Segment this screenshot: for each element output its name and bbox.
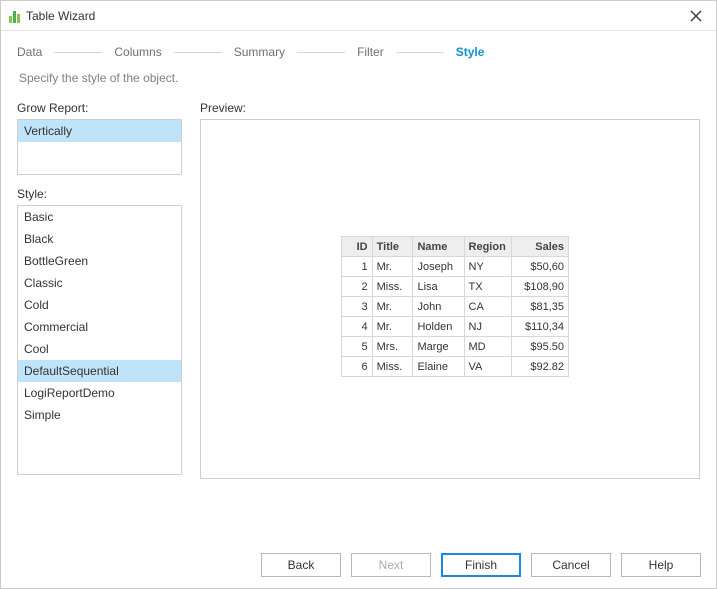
table-row: 6Miss.ElaineVA$92.82 (342, 357, 569, 377)
table-cell: $81,35 (511, 297, 568, 317)
style-item[interactable]: Black (18, 228, 181, 250)
style-item[interactable]: DefaultSequential (18, 360, 181, 382)
table-cell: Miss. (372, 277, 413, 297)
step-separator (174, 52, 222, 53)
window-title: Table Wizard (26, 9, 95, 23)
style-item[interactable]: Classic (18, 272, 181, 294)
cancel-button[interactable]: Cancel (531, 553, 611, 577)
table-cell: $110,34 (511, 317, 568, 337)
table-cell: $95.50 (511, 337, 568, 357)
style-item[interactable]: LogiReportDemo (18, 382, 181, 404)
table-cell: John (413, 297, 464, 317)
step-separator (54, 52, 102, 53)
grow-report-label: Grow Report: (17, 101, 182, 115)
table-cell: NJ (464, 317, 511, 337)
step-filter[interactable]: Filter (357, 43, 384, 61)
step-separator (396, 52, 444, 53)
table-cell: Marge (413, 337, 464, 357)
table-cell: 4 (342, 317, 373, 337)
finish-button[interactable]: Finish (441, 553, 521, 577)
table-header: Region (464, 237, 511, 257)
wizard-steps: Data Columns Summary Filter Style (1, 31, 716, 67)
table-cell: TX (464, 277, 511, 297)
next-button: Next (351, 553, 431, 577)
table-header: Title (372, 237, 413, 257)
step-separator (297, 52, 345, 53)
table-cell: Holden (413, 317, 464, 337)
style-item[interactable]: BottleGreen (18, 250, 181, 272)
step-data[interactable]: Data (17, 43, 42, 61)
table-cell: $108,90 (511, 277, 568, 297)
table-row: 4Mr.HoldenNJ$110,34 (342, 317, 569, 337)
preview-table-wrap: IDTitleNameRegionSales 1Mr.JosephNY$50,6… (341, 236, 569, 377)
table-cell: 6 (342, 357, 373, 377)
table-row: 5Mrs.MargeMD$95.50 (342, 337, 569, 357)
style-listbox[interactable]: BasicBlackBottleGreenClassicColdCommerci… (17, 205, 182, 475)
table-cell: Miss. (372, 357, 413, 377)
style-item[interactable]: Basic (18, 206, 181, 228)
table-cell: $92.82 (511, 357, 568, 377)
style-label: Style: (17, 187, 182, 201)
style-item[interactable]: Commercial (18, 316, 181, 338)
table-cell: 3 (342, 297, 373, 317)
table-cell: 1 (342, 257, 373, 277)
footer-buttons: Back Next Finish Cancel Help (261, 553, 701, 577)
table-cell: Mr. (372, 297, 413, 317)
table-header: ID (342, 237, 373, 257)
grow-report-listbox[interactable]: Vertically (17, 119, 182, 175)
help-button[interactable]: Help (621, 553, 701, 577)
back-button[interactable]: Back (261, 553, 341, 577)
step-summary[interactable]: Summary (234, 43, 285, 61)
step-style[interactable]: Style (456, 43, 485, 61)
table-header: Name (413, 237, 464, 257)
table-header: Sales (511, 237, 568, 257)
style-item[interactable]: Cold (18, 294, 181, 316)
style-item[interactable]: Simple (18, 404, 181, 426)
table-cell: NY (464, 257, 511, 277)
app-icon (9, 9, 20, 23)
close-icon[interactable] (678, 2, 714, 30)
preview-pane: IDTitleNameRegionSales 1Mr.JosephNY$50,6… (200, 119, 700, 479)
table-row: 3Mr.JohnCA$81,35 (342, 297, 569, 317)
titlebar: Table Wizard (1, 1, 716, 31)
table-cell: Joseph (413, 257, 464, 277)
table-cell: Mr. (372, 257, 413, 277)
table-cell: 2 (342, 277, 373, 297)
table-cell: Mr. (372, 317, 413, 337)
table-cell: $50,60 (511, 257, 568, 277)
table-row: 1Mr.JosephNY$50,60 (342, 257, 569, 277)
table-cell: Lisa (413, 277, 464, 297)
table-cell: Elaine (413, 357, 464, 377)
grow-report-item[interactable]: Vertically (18, 120, 181, 142)
subtitle: Specify the style of the object. (1, 67, 716, 101)
style-item[interactable]: Cool (18, 338, 181, 360)
step-columns[interactable]: Columns (114, 43, 161, 61)
table-cell: Mrs. (372, 337, 413, 357)
table-row: 2Miss.LisaTX$108,90 (342, 277, 569, 297)
table-cell: MD (464, 337, 511, 357)
preview-label: Preview: (200, 101, 700, 115)
table-cell: CA (464, 297, 511, 317)
table-cell: 5 (342, 337, 373, 357)
preview-table: IDTitleNameRegionSales 1Mr.JosephNY$50,6… (341, 236, 569, 377)
table-cell: VA (464, 357, 511, 377)
